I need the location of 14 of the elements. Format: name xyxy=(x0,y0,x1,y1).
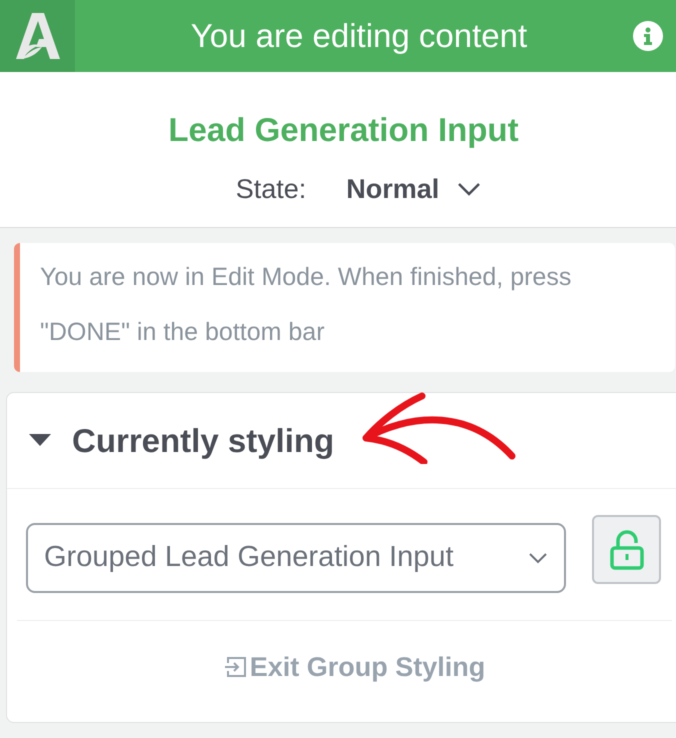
state-label: State: xyxy=(236,172,306,206)
exit-icon xyxy=(224,655,248,680)
chevron-down-icon xyxy=(457,182,482,196)
notice-text: You are now in Edit Mode. When finished, press "DONE" in the bottom bar xyxy=(40,262,572,348)
padlock-icon xyxy=(608,530,644,570)
header-title: You are editing content xyxy=(190,16,528,56)
section-header[interactable]: Currently styling xyxy=(7,393,676,489)
group-select[interactable]: Grouped Lead Generation Input xyxy=(26,523,566,593)
element-title: Lead Generation Input xyxy=(168,110,519,150)
state-dropdown[interactable]: Normal xyxy=(346,168,482,209)
info-icon[interactable] xyxy=(633,21,663,51)
logo-icon xyxy=(16,11,60,61)
unlock-button[interactable] xyxy=(592,515,661,584)
chevron-down-icon xyxy=(528,552,548,564)
